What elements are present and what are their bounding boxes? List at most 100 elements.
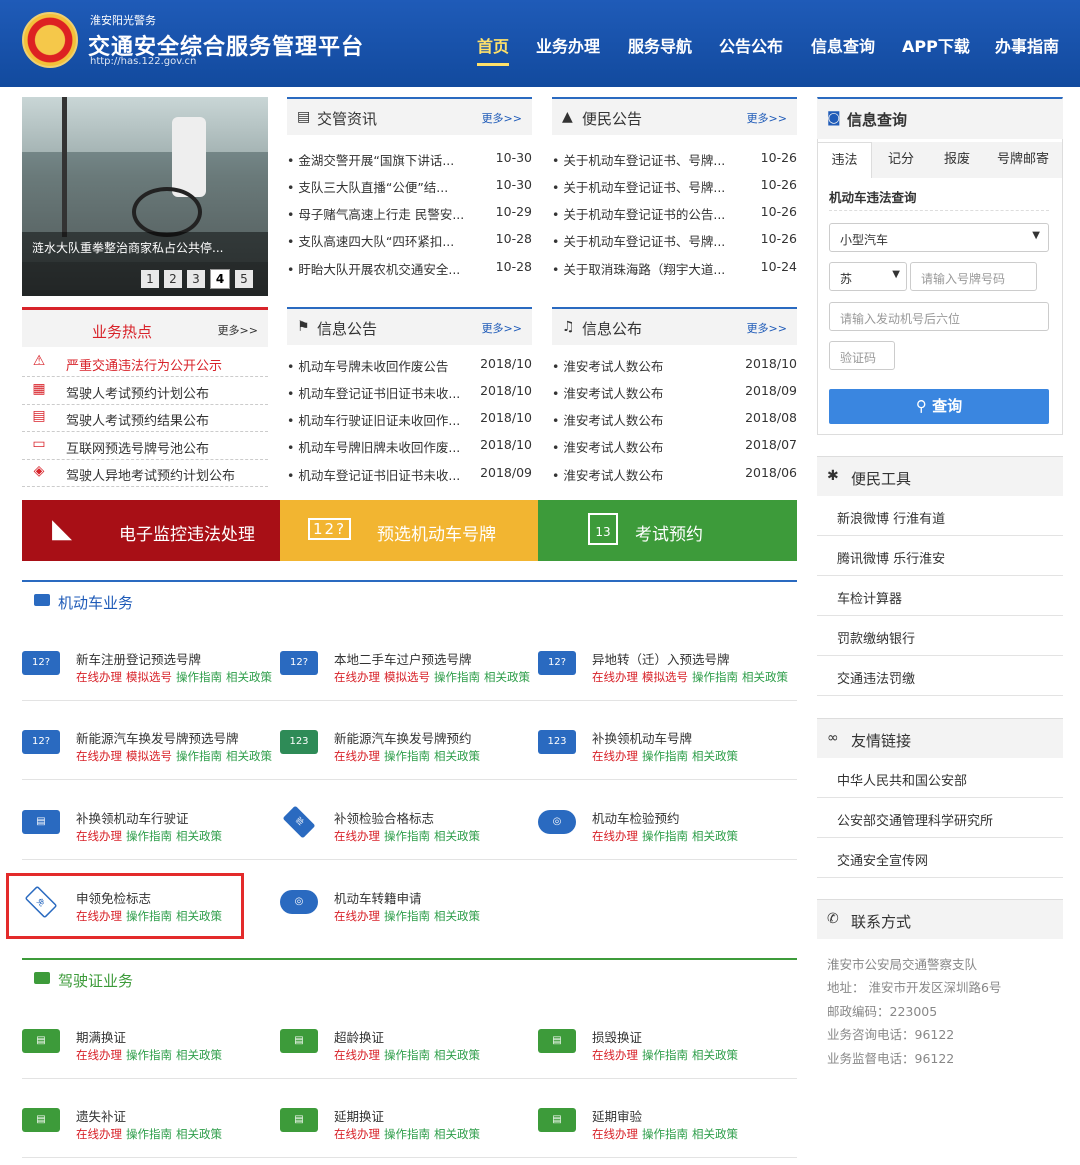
online-link[interactable]: 在线办理 xyxy=(592,1127,638,1141)
service-item[interactable]: ▤ 损毁换证 在线办理 操作指南 相关政策 xyxy=(538,1027,788,1077)
simulate-link[interactable]: 模拟选号 xyxy=(126,670,172,684)
online-link[interactable]: 在线办理 xyxy=(592,829,638,843)
police-emblem-logo[interactable] xyxy=(22,12,78,68)
guide-link[interactable]: 操作指南 xyxy=(384,1048,430,1062)
hot-item[interactable]: ▦ 驾驶人考试预约计划公布 xyxy=(22,378,268,405)
guide-link[interactable]: 操作指南 xyxy=(384,749,430,763)
hot-more-link[interactable]: 更多>> xyxy=(218,322,258,338)
guide-link[interactable]: 操作指南 xyxy=(642,1048,688,1062)
service-name[interactable]: 损毁换证 xyxy=(592,1027,642,1046)
service-name[interactable]: 新车注册登记预选号牌 xyxy=(76,649,201,668)
news-item[interactable]: • 支队高速四大队“四环紧扣... xyxy=(287,231,454,251)
policy-link[interactable]: 相关政策 xyxy=(434,909,480,923)
publish-item[interactable]: • 淮安考试人数公布 xyxy=(552,356,663,376)
info-more-link[interactable]: 更多>> xyxy=(482,320,522,336)
carousel-page-4[interactable]: 4 xyxy=(210,269,230,289)
service-item[interactable]: 12? 新能源汽车换发号牌预选号牌 在线办理 模拟选号 操作指南 相关政策 xyxy=(22,728,272,778)
notice-item[interactable]: • 关于取消珠海路（翔宇大道... xyxy=(552,259,725,279)
nav-guide[interactable]: 办事指南 xyxy=(995,33,1059,57)
guide-link[interactable]: 操作指南 xyxy=(176,749,222,763)
hot-item[interactable]: ▤ 驾驶人考试预约结果公布 xyxy=(22,405,268,432)
service-item[interactable]: 123 新能源汽车换发号牌预约 在线办理 操作指南 相关政策 xyxy=(280,728,530,778)
publish-item[interactable]: • 淮安考试人数公布 xyxy=(552,383,663,403)
service-name[interactable]: 遗失补证 xyxy=(76,1106,126,1125)
info-item[interactable]: • 机动车登记证书旧证书未收... xyxy=(287,465,460,485)
policy-link[interactable]: 相关政策 xyxy=(692,1048,738,1062)
tab-scrap[interactable]: 报废 xyxy=(930,142,984,178)
province-select[interactable]: 苏 ▼ xyxy=(829,262,907,291)
guide-link[interactable]: 操作指南 xyxy=(384,829,430,843)
nav-business[interactable]: 业务办理 xyxy=(536,33,600,57)
service-name[interactable]: 超龄换证 xyxy=(334,1027,384,1046)
tab-plate-mail[interactable]: 号牌邮寄 xyxy=(984,142,1062,178)
publish-item[interactable]: • 淮安考试人数公布 xyxy=(552,465,663,485)
service-item[interactable]: 12? 异地转（迁）入预选号牌 在线办理 模拟选号 操作指南 相关政策 xyxy=(538,649,788,699)
online-link[interactable]: 在线办理 xyxy=(76,670,122,684)
service-name[interactable]: 新能源汽车换发号牌预约 xyxy=(334,728,472,747)
tool-link[interactable]: 腾讯微博 乐行淮安 xyxy=(817,536,1063,576)
online-link[interactable]: 在线办理 xyxy=(76,1048,122,1062)
service-name[interactable]: 延期审验 xyxy=(592,1106,642,1125)
service-name[interactable]: 补换领机动车号牌 xyxy=(592,728,692,747)
vehicle-type-select[interactable]: 小型汽车 ▼ xyxy=(829,223,1049,252)
guide-link[interactable]: 操作指南 xyxy=(434,670,480,684)
hot-item[interactable]: ◈ 驾驶人异地考试预约计划公布 xyxy=(22,460,268,487)
nav-announcements[interactable]: 公告公布 xyxy=(719,33,783,57)
online-link[interactable]: 在线办理 xyxy=(334,1048,380,1062)
publish-item[interactable]: • 淮安考试人数公布 xyxy=(552,410,663,430)
policy-link[interactable]: 相关政策 xyxy=(176,1048,222,1062)
news-carousel[interactable]: 涟水大队重拳整治商家私占公共停... 1 2 3 4 5 xyxy=(22,97,268,296)
service-name[interactable]: 补换领机动车行驶证 xyxy=(76,808,189,827)
hot-item[interactable]: ⚠ 严重交通违法行为公开公示 xyxy=(22,350,268,377)
guide-link[interactable]: 操作指南 xyxy=(126,1127,172,1141)
guide-link[interactable]: 操作指南 xyxy=(642,829,688,843)
service-name[interactable]: 补领检验合格标志 xyxy=(334,808,434,827)
publish-more-link[interactable]: 更多>> xyxy=(747,320,787,336)
carousel-page-5[interactable]: 5 xyxy=(235,270,253,288)
captcha-input[interactable]: 验证码 xyxy=(829,341,895,370)
policy-link[interactable]: 相关政策 xyxy=(692,1127,738,1141)
guide-link[interactable]: 操作指南 xyxy=(692,670,738,684)
service-item[interactable]: 验 补领检验合格标志 在线办理 操作指南 相关政策 xyxy=(280,805,530,858)
news-more-link[interactable]: 更多>> xyxy=(482,110,522,126)
tab-points[interactable]: 记分 xyxy=(872,142,930,178)
nav-home[interactable]: 首页 xyxy=(477,33,510,66)
notice-item[interactable]: • 关于机动车登记证书、号牌... xyxy=(552,177,725,197)
notice-item[interactable]: • 关于机动车登记证书、号牌... xyxy=(552,150,725,170)
tool-link[interactable]: 罚款缴纳银行 xyxy=(817,616,1063,656)
tool-link[interactable]: 新浪微博 行淮有道 xyxy=(817,496,1063,536)
service-item[interactable]: 12? 本地二手车过户预选号牌 在线办理 模拟选号 操作指南 相关政策 xyxy=(280,649,530,699)
carousel-page-2[interactable]: 2 xyxy=(164,270,182,288)
guide-link[interactable]: 操作指南 xyxy=(126,829,172,843)
carousel-page-1[interactable]: 1 xyxy=(141,270,159,288)
online-link[interactable]: 在线办理 xyxy=(334,909,380,923)
service-item[interactable]: ▤ 超龄换证 在线办理 操作指南 相关政策 xyxy=(280,1027,530,1077)
online-link[interactable]: 在线办理 xyxy=(334,749,380,763)
service-name[interactable]: 延期换证 xyxy=(334,1106,384,1125)
news-item[interactable]: • 金湖交警开展“国旗下讲话... xyxy=(287,150,454,170)
news-item[interactable]: • 母子赌气高速上行走 民警安... xyxy=(287,204,464,224)
policy-link[interactable]: 相关政策 xyxy=(226,749,272,763)
online-link[interactable]: 在线办理 xyxy=(334,1127,380,1141)
service-name[interactable]: 异地转（迁）入预选号牌 xyxy=(592,649,730,668)
policy-link[interactable]: 相关政策 xyxy=(742,670,788,684)
service-item[interactable]: ▤ 期满换证 在线办理 操作指南 相关政策 xyxy=(22,1027,272,1077)
online-link[interactable]: 在线办理 xyxy=(592,670,638,684)
service-name[interactable]: 新能源汽车换发号牌预选号牌 xyxy=(76,728,239,747)
policy-link[interactable]: 相关政策 xyxy=(692,829,738,843)
policy-link[interactable]: 相关政策 xyxy=(176,829,222,843)
notice-item[interactable]: • 关于机动车登记证书、号牌... xyxy=(552,231,725,251)
online-link[interactable]: 在线办理 xyxy=(334,670,380,684)
notice-more-link[interactable]: 更多>> xyxy=(747,110,787,126)
nav-service-guide[interactable]: 服务导航 xyxy=(628,33,692,57)
carousel-page-3[interactable]: 3 xyxy=(187,270,205,288)
policy-link[interactable]: 相关政策 xyxy=(484,670,530,684)
policy-link[interactable]: 相关政策 xyxy=(434,829,480,843)
friend-link[interactable]: 交通安全宣传网 xyxy=(817,838,1063,878)
online-link[interactable]: 在线办理 xyxy=(592,1048,638,1062)
friend-link[interactable]: 中华人民共和国公安部 xyxy=(817,758,1063,798)
service-item[interactable]: 12? 新车注册登记预选号牌 在线办理 模拟选号 操作指南 相关政策 xyxy=(22,649,272,699)
guide-link[interactable]: 操作指南 xyxy=(176,670,222,684)
friend-link[interactable]: 公安部交通管理科学研究所 xyxy=(817,798,1063,838)
news-item[interactable]: • 盱眙大队开展农机交通安全... xyxy=(287,259,460,279)
